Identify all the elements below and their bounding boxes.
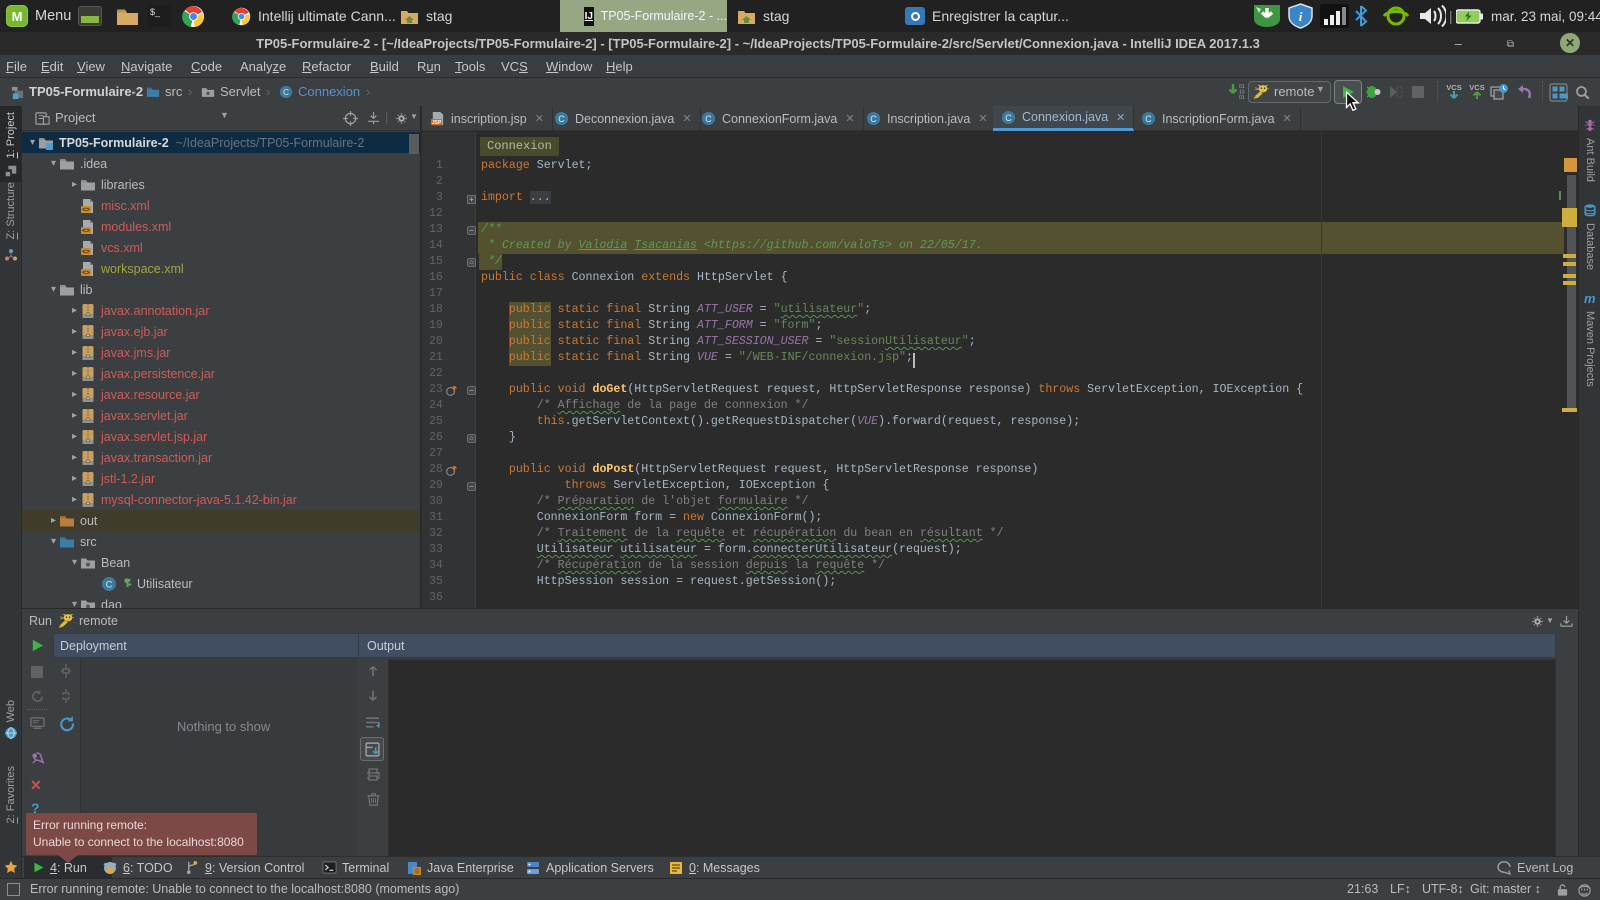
- svg-text:i: i: [1299, 9, 1303, 24]
- svg-text:VCS: VCS: [1446, 83, 1461, 92]
- svg-text:VCS: VCS: [1469, 83, 1484, 92]
- svg-text:01: 01: [1239, 95, 1245, 101]
